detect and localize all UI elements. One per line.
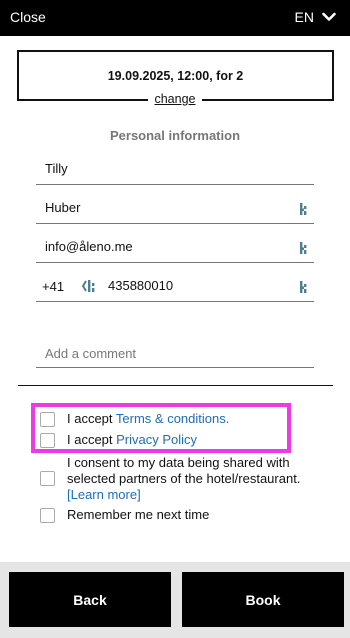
terms-label: I accept Terms & conditions. — [67, 411, 229, 427]
privacy-label: I accept Privacy Policy — [67, 432, 197, 448]
privacy-link[interactable]: Privacy Policy — [116, 432, 197, 447]
learn-more-link[interactable]: [Learn more] — [67, 487, 141, 502]
divider — [18, 385, 333, 386]
remember-label: Remember me next time — [67, 507, 210, 522]
first-name-field — [36, 155, 314, 185]
comment-field — [36, 338, 314, 368]
terms-checkbox[interactable] — [40, 412, 55, 427]
terms-link[interactable]: Terms & conditions. — [116, 411, 229, 426]
partners-text: I consent to my data being shared with s… — [67, 455, 301, 486]
close-button[interactable]: Close — [10, 9, 46, 25]
first-name-input[interactable] — [45, 161, 275, 176]
language-label: EN — [294, 9, 314, 25]
phone-prefix[interactable]: +41 — [42, 279, 64, 294]
terms-prefix: I accept — [67, 411, 116, 426]
privacy-checkbox[interactable] — [40, 433, 55, 448]
section-title: Personal information — [109, 128, 241, 143]
reservation-summary-text: 19.09.2025, 12:00, for 2 — [107, 69, 244, 83]
footer: Back Book — [0, 562, 350, 638]
top-bar: Close EN — [0, 0, 350, 36]
back-button[interactable]: Back — [9, 572, 171, 627]
remember-checkbox[interactable] — [40, 508, 55, 523]
email-input[interactable] — [45, 239, 275, 254]
email-field — [36, 233, 314, 263]
phone-input[interactable] — [108, 278, 278, 293]
autofill-key-icon[interactable] — [299, 241, 309, 255]
phone-field: +41 — [36, 272, 314, 302]
book-button[interactable]: Book — [182, 572, 344, 627]
last-name-input[interactable] — [45, 200, 275, 215]
chevron-down-icon — [322, 12, 336, 21]
change-link-row: change — [0, 92, 350, 106]
autofill-key-icon[interactable] — [299, 280, 309, 294]
phone-autofill-icon[interactable] — [82, 279, 96, 293]
language-selector[interactable]: EN — [295, 9, 336, 25]
change-link[interactable]: change — [148, 92, 202, 106]
partners-label: I consent to my data being shared with s… — [67, 455, 317, 503]
privacy-prefix: I accept — [67, 432, 117, 447]
partners-checkbox[interactable] — [40, 471, 55, 486]
last-name-field — [36, 194, 314, 224]
autofill-key-icon[interactable] — [299, 202, 309, 216]
comment-input[interactable] — [45, 346, 275, 361]
